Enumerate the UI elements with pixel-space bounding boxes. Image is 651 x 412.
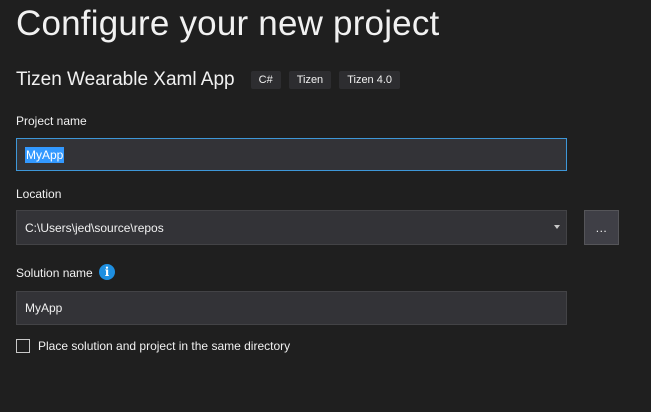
location-combobox[interactable]: C:\Users\jed\source\repos [16, 210, 567, 245]
location-label: Location [16, 187, 62, 201]
project-name-label: Project name [16, 114, 87, 128]
configure-project-page: Configure your new project Tizen Wearabl… [0, 0, 651, 412]
project-name-value: MyApp [25, 146, 65, 163]
solution-name-input[interactable]: MyApp [16, 291, 567, 325]
browse-button[interactable]: ... [584, 210, 619, 245]
solution-name-label: Solution name [16, 266, 93, 280]
tag-language: C# [250, 71, 281, 89]
page-title: Configure your new project [16, 4, 440, 43]
chevron-down-icon[interactable] [554, 225, 560, 229]
solution-name-value: MyApp [25, 301, 63, 315]
tag-platform: Tizen [288, 71, 332, 89]
template-name: Tizen Wearable Xaml App [16, 69, 235, 90]
project-name-input[interactable]: MyApp [16, 138, 567, 171]
same-directory-option[interactable]: Place solution and project in the same d… [16, 339, 290, 353]
same-directory-checkbox[interactable] [16, 339, 30, 353]
same-directory-label[interactable]: Place solution and project in the same d… [38, 339, 290, 353]
template-summary: Tizen Wearable Xaml App C# Tizen Tizen 4… [16, 68, 408, 92]
location-value: C:\Users\jed\source\repos [25, 220, 164, 235]
info-icon[interactable]: i [99, 264, 115, 280]
tag-platform-version: Tizen 4.0 [339, 71, 401, 89]
